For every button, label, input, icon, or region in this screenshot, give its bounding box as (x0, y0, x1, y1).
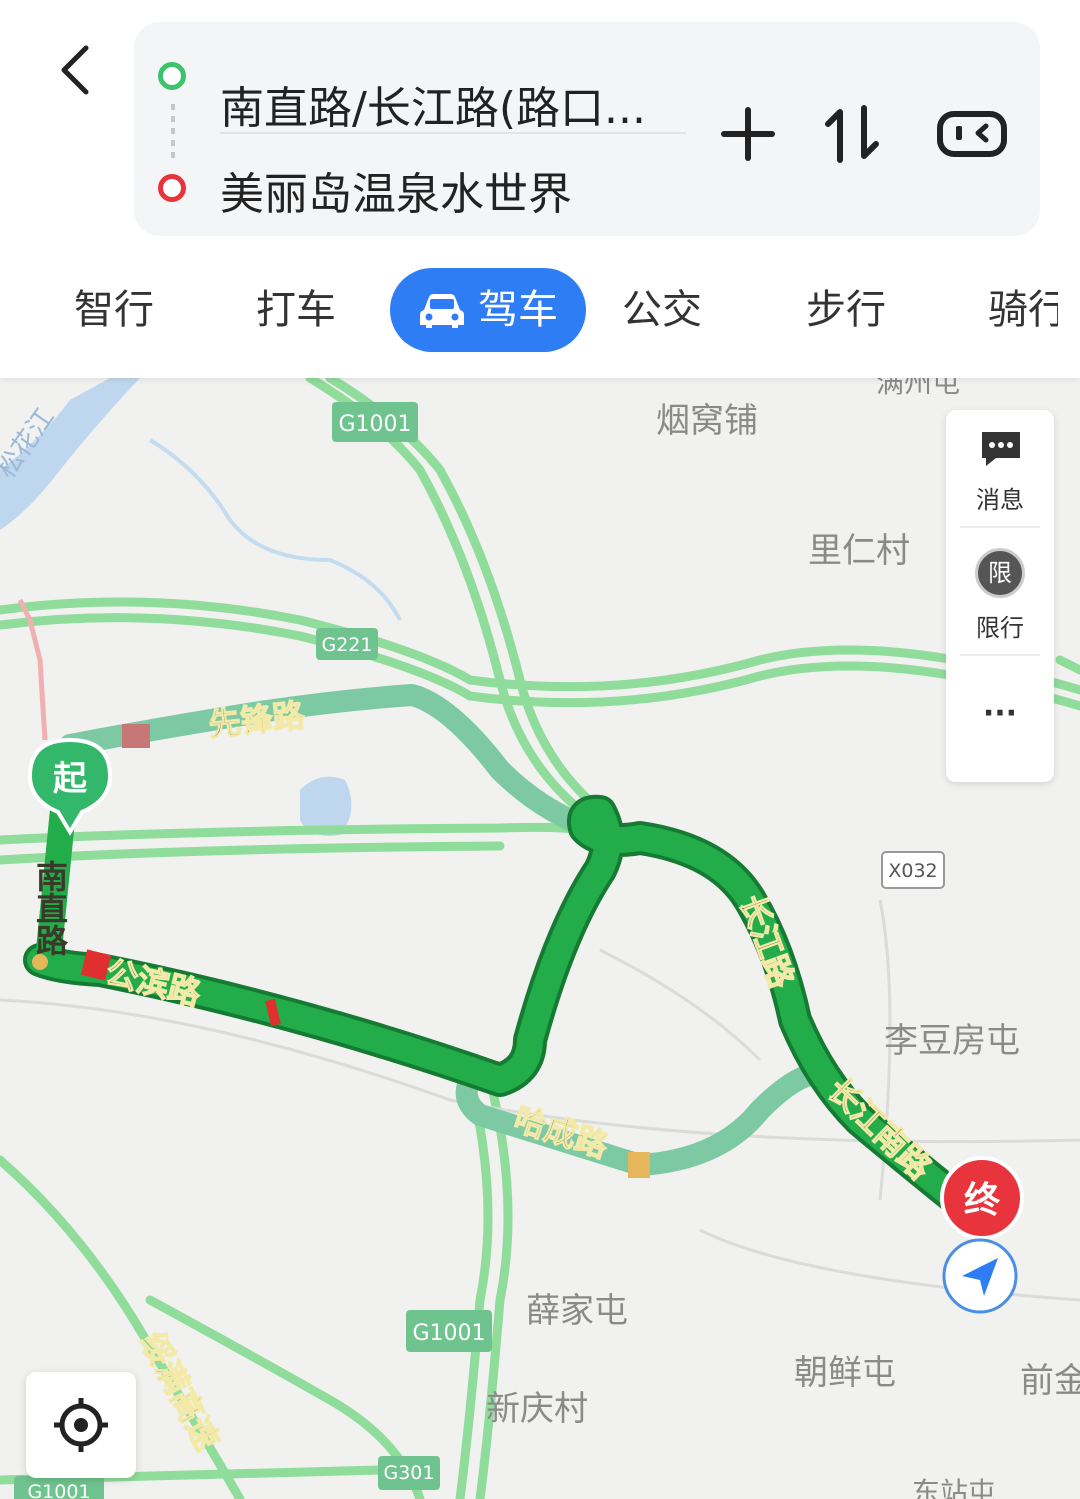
tab-drive-label: 驾车 (478, 287, 558, 333)
tab-walk[interactable]: 步行 (806, 268, 886, 352)
slow-point (32, 954, 48, 970)
svg-text:G1001: G1001 (338, 412, 411, 437)
road-shield: G1001 (332, 402, 418, 442)
slow-segment (628, 1152, 650, 1178)
road-shield: G221 (316, 628, 378, 660)
transport-mode-tabs: 智行 打车 驾车 公交 步行 骑行 (0, 268, 1080, 352)
add-waypoint-icon[interactable] (716, 102, 780, 166)
car-icon (420, 294, 464, 328)
place-label: 朝鲜屯 (794, 1353, 896, 1393)
current-location-icon (942, 1238, 1018, 1314)
tab-bus[interactable]: 公交 (622, 268, 702, 352)
route-connector (171, 104, 175, 160)
message-button[interactable]: 消息 (946, 480, 1054, 515)
divider (960, 654, 1040, 656)
map-side-toolbar: 消息 限 限行 ··· (946, 410, 1054, 782)
destination-input[interactable]: 美丽岛温泉水世界 (220, 158, 572, 222)
top-panel: 南直路/长江路(路口... 美丽岛温泉水世界 智行 打车 驾车 公交 步行 骑行 (0, 0, 1080, 378)
tab-taxi[interactable]: 打车 (256, 268, 336, 352)
back-arrow-icon[interactable] (52, 40, 102, 100)
place-label: 新庆村 (486, 1389, 588, 1429)
slow-segment (122, 724, 150, 748)
svg-text:G1001: G1001 (27, 1481, 90, 1499)
locate-button[interactable] (26, 1372, 136, 1478)
place-label: 满州屯 (876, 378, 960, 399)
message-icon (982, 432, 1020, 466)
divider (960, 526, 1040, 528)
road-label: 南直路 (31, 860, 69, 956)
svg-text:G1001: G1001 (412, 1321, 485, 1346)
svg-text:X032: X032 (888, 860, 937, 882)
more-button[interactable]: ··· (946, 696, 1054, 731)
divider (220, 132, 686, 134)
restriction-icon: 限 (975, 548, 1025, 598)
map-canvas[interactable]: G1001 G221 X032 G1001 G301 G1001 烟窝铺 里仁村… (0, 378, 1080, 1499)
congested-segment (80, 949, 112, 981)
svg-text:起: 起 (53, 759, 88, 799)
restriction-button[interactable]: 限行 (946, 608, 1054, 643)
place-label: 东站屯 (912, 1476, 996, 1499)
swap-route-icon[interactable] (820, 102, 884, 166)
tab-smart[interactable]: 智行 (74, 268, 154, 352)
destination-dot-icon (158, 174, 186, 202)
road-shield: G1001 (14, 1476, 104, 1499)
svg-text:终: 终 (964, 1180, 1001, 1221)
place-label: 里仁村 (808, 531, 910, 571)
place-label: 李豆房屯 (884, 1021, 1020, 1061)
route-input-card: 南直路/长江路(路口... 美丽岛温泉水世界 (134, 22, 1040, 236)
tab-bike[interactable]: 骑行 (988, 268, 1058, 352)
road-shield: X032 (881, 851, 945, 889)
tab-drive[interactable]: 驾车 (390, 268, 586, 352)
place-label: 薛家屯 (526, 1291, 628, 1331)
svg-text:G221: G221 (322, 634, 373, 656)
road-label-vertical: 南直路 (31, 860, 69, 956)
place-label: 烟窝铺 (656, 401, 758, 441)
origin-input[interactable]: 南直路/长江路(路口... (220, 72, 646, 136)
origin-dot-icon (158, 62, 186, 90)
end-marker[interactable]: 终 (940, 1156, 1024, 1240)
place-label: 前金 (1020, 1361, 1080, 1401)
crosshair-icon (54, 1398, 108, 1452)
more-options-icon[interactable] (934, 102, 1014, 166)
road-shield: G1001 (406, 1310, 492, 1352)
svg-text:G301: G301 (384, 1462, 435, 1484)
congested-segment (265, 998, 281, 1027)
road-shield: G301 (378, 1456, 440, 1490)
